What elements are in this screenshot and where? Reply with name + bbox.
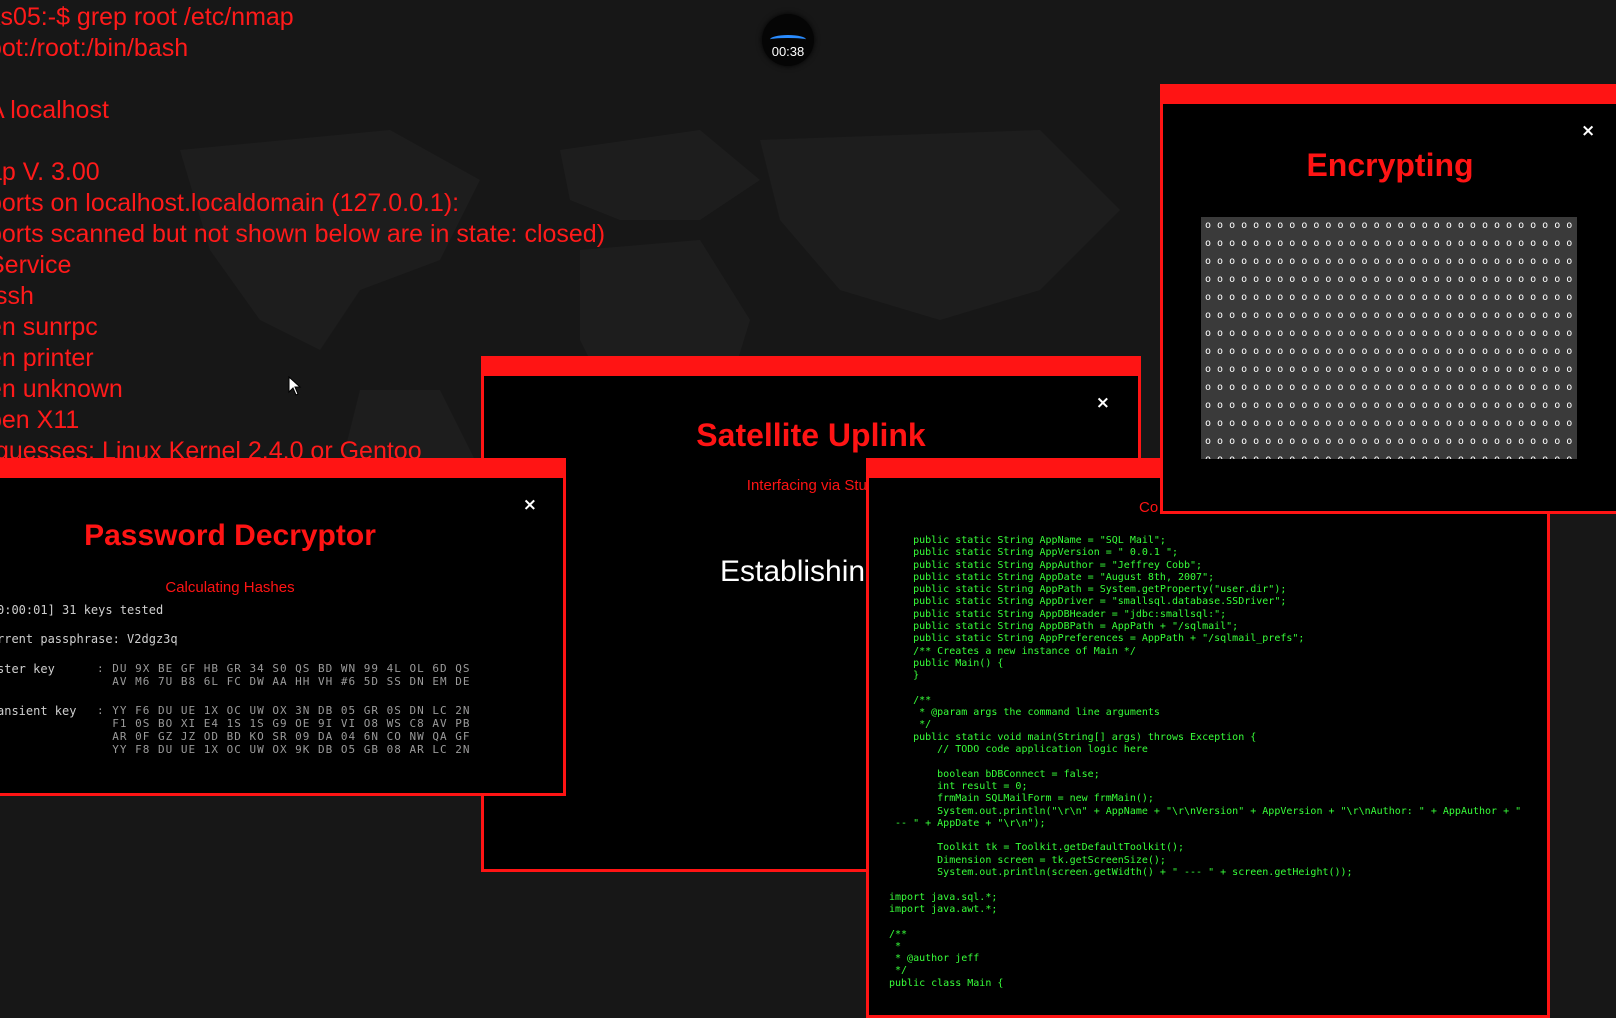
hex-line: AV M6 7U B8 6L FC DW AA HH VH #6 5D SS D… — [97, 675, 471, 688]
mouse-cursor-icon — [288, 376, 302, 396]
terminal-line: ks05:-$ grep root /etc/nmap — [0, 3, 294, 31]
passphrase-text: rrent passphrase: V2dgz3q — [0, 632, 178, 646]
terminal-line: A localhost — [0, 96, 109, 124]
code-line: /** Creates a new instance of Main */ — [889, 645, 1136, 657]
window-subtitle: Calculating Hashes — [165, 579, 295, 596]
code-line: public Main() { — [889, 657, 1004, 669]
code-line: Dimension screen = tk.getScreenSize(); — [889, 854, 1166, 866]
code-line: public static String AppName = "SQL Mail… — [889, 535, 1166, 546]
window-titlebar[interactable] — [0, 458, 566, 478]
code-line: -- " + AppDate + "\r\n"); — [889, 817, 1046, 829]
code-line: public class Main { — [889, 977, 1004, 989]
code-line: int result = 0; — [889, 780, 1028, 792]
window-titlebar[interactable] — [1160, 84, 1616, 104]
window-titlebar[interactable] — [481, 356, 1141, 376]
code-listing: public static String AppName = "SQL Mail… — [889, 535, 1521, 990]
code-line: public static String AppDriver = "smalls… — [889, 596, 1287, 608]
code-line: // TODO code application logic here — [889, 744, 1148, 756]
master-key-label: ster key — [0, 662, 55, 676]
code-line: */ — [889, 719, 932, 731]
status-text: Establishin — [720, 555, 866, 588]
timer-badge: 00:38 — [762, 14, 814, 66]
hex-line: : YY F6 DU UE 1X OC UW OX 3N DB 05 GR 0S… — [97, 704, 471, 717]
code-line: frmMain SQLMailForm = new frmMain(); — [889, 793, 1154, 805]
code-line: import java.awt.*; — [889, 903, 998, 915]
window-title: Satellite Uplink — [696, 417, 926, 453]
code-line: Toolkit tk = Toolkit.getDefaultToolkit()… — [889, 842, 1185, 854]
code-line: System.out.println(screen.getWidth() + "… — [889, 867, 1353, 879]
master-key-value: : DU 9X BE GF HB GR 34 S0 QS BD WN 99 4L… — [97, 662, 471, 688]
terminal-line: ports scanned but not shown below are in… — [0, 220, 606, 248]
hex-line: : DU 9X BE GF HB GR 34 S0 QS BD WN 99 4L… — [97, 662, 471, 675]
timer-value: 00:38 — [771, 44, 805, 59]
transient-key-value: : YY F6 DU UE 1X OC UW OX 3N DB 05 GR 0S… — [97, 704, 471, 756]
terminal-line: oot:/root:/bin/bash — [0, 34, 189, 62]
code-line: } — [889, 670, 920, 682]
window-title: Encrypting — [1306, 147, 1474, 183]
terminal-line: en sunrpc — [0, 313, 98, 341]
encrypting-window[interactable]: × Encrypting o o o o o o o o o o o o o o… — [1160, 84, 1616, 514]
code-line: */ — [889, 965, 908, 977]
code-window[interactable]: Co public static String AppName = "SQL M… — [866, 458, 1550, 1018]
code-line: System.out.println("\r\n" + AppName + "\… — [889, 805, 1522, 817]
code-line: public static String AppDBPath = AppPath… — [889, 621, 1239, 633]
terminal-line: ports on localhost.localdomain (127.0.0.… — [0, 189, 460, 217]
code-line: public static String AppPath = System.ge… — [889, 584, 1287, 596]
window-title: Password Decryptor — [84, 519, 376, 552]
hex-line: YY F8 DU UE 1X OC UW OX 9K DB O5 GB 08 A… — [97, 743, 471, 756]
code-line: * — [889, 940, 902, 952]
window-subtitle: Co — [1139, 499, 1159, 516]
hex-line: AR 0F GZ JZ OD BD KO SR 09 DA 04 6N CO N… — [97, 730, 471, 743]
hex-line: F1 0S BO XI E4 1S 1S G9 OE 9I VI O8 WS C… — [97, 717, 471, 730]
code-line: public static String AppDate = "August 8… — [889, 571, 1215, 583]
code-line: public static String AppPreferences = Ap… — [889, 633, 1305, 645]
code-line: boolean bDBConnect = false; — [889, 768, 1100, 780]
keys-tested-text: 0:00:01] 31 keys tested — [0, 603, 164, 617]
code-line: import java.sql.*; — [889, 891, 998, 903]
code-line: /** — [889, 694, 932, 706]
code-line: public static String AppAuthor = "Jeffre… — [889, 559, 1203, 571]
code-line: public static String AppDBHeader = "jdbc… — [889, 608, 1227, 620]
close-icon[interactable]: × — [1096, 393, 1110, 413]
terminal-line: ap V. 3.00 — [0, 158, 100, 186]
code-line: public static String AppVersion = " 0.0.… — [889, 547, 1178, 559]
code-line: /** — [889, 928, 908, 940]
code-line: public static void main(String[] args) t… — [889, 731, 1257, 743]
terminal-line: ssh — [0, 282, 34, 310]
password-decryptor-window[interactable]: × Password Decryptor Calculating Hashes … — [0, 458, 566, 796]
transient-key-label: ansient key — [0, 704, 77, 718]
code-line: * @param args the command line arguments — [889, 707, 1160, 719]
close-icon[interactable]: × — [523, 495, 537, 515]
wave-icon — [770, 35, 806, 44]
encryption-matrix: o o o o o o o o o o o o o o o o o o o o … — [1201, 217, 1577, 459]
code-line: * @author jeff — [889, 953, 980, 965]
terminal-line: Service — [0, 251, 72, 279]
close-icon[interactable]: × — [1581, 121, 1595, 141]
